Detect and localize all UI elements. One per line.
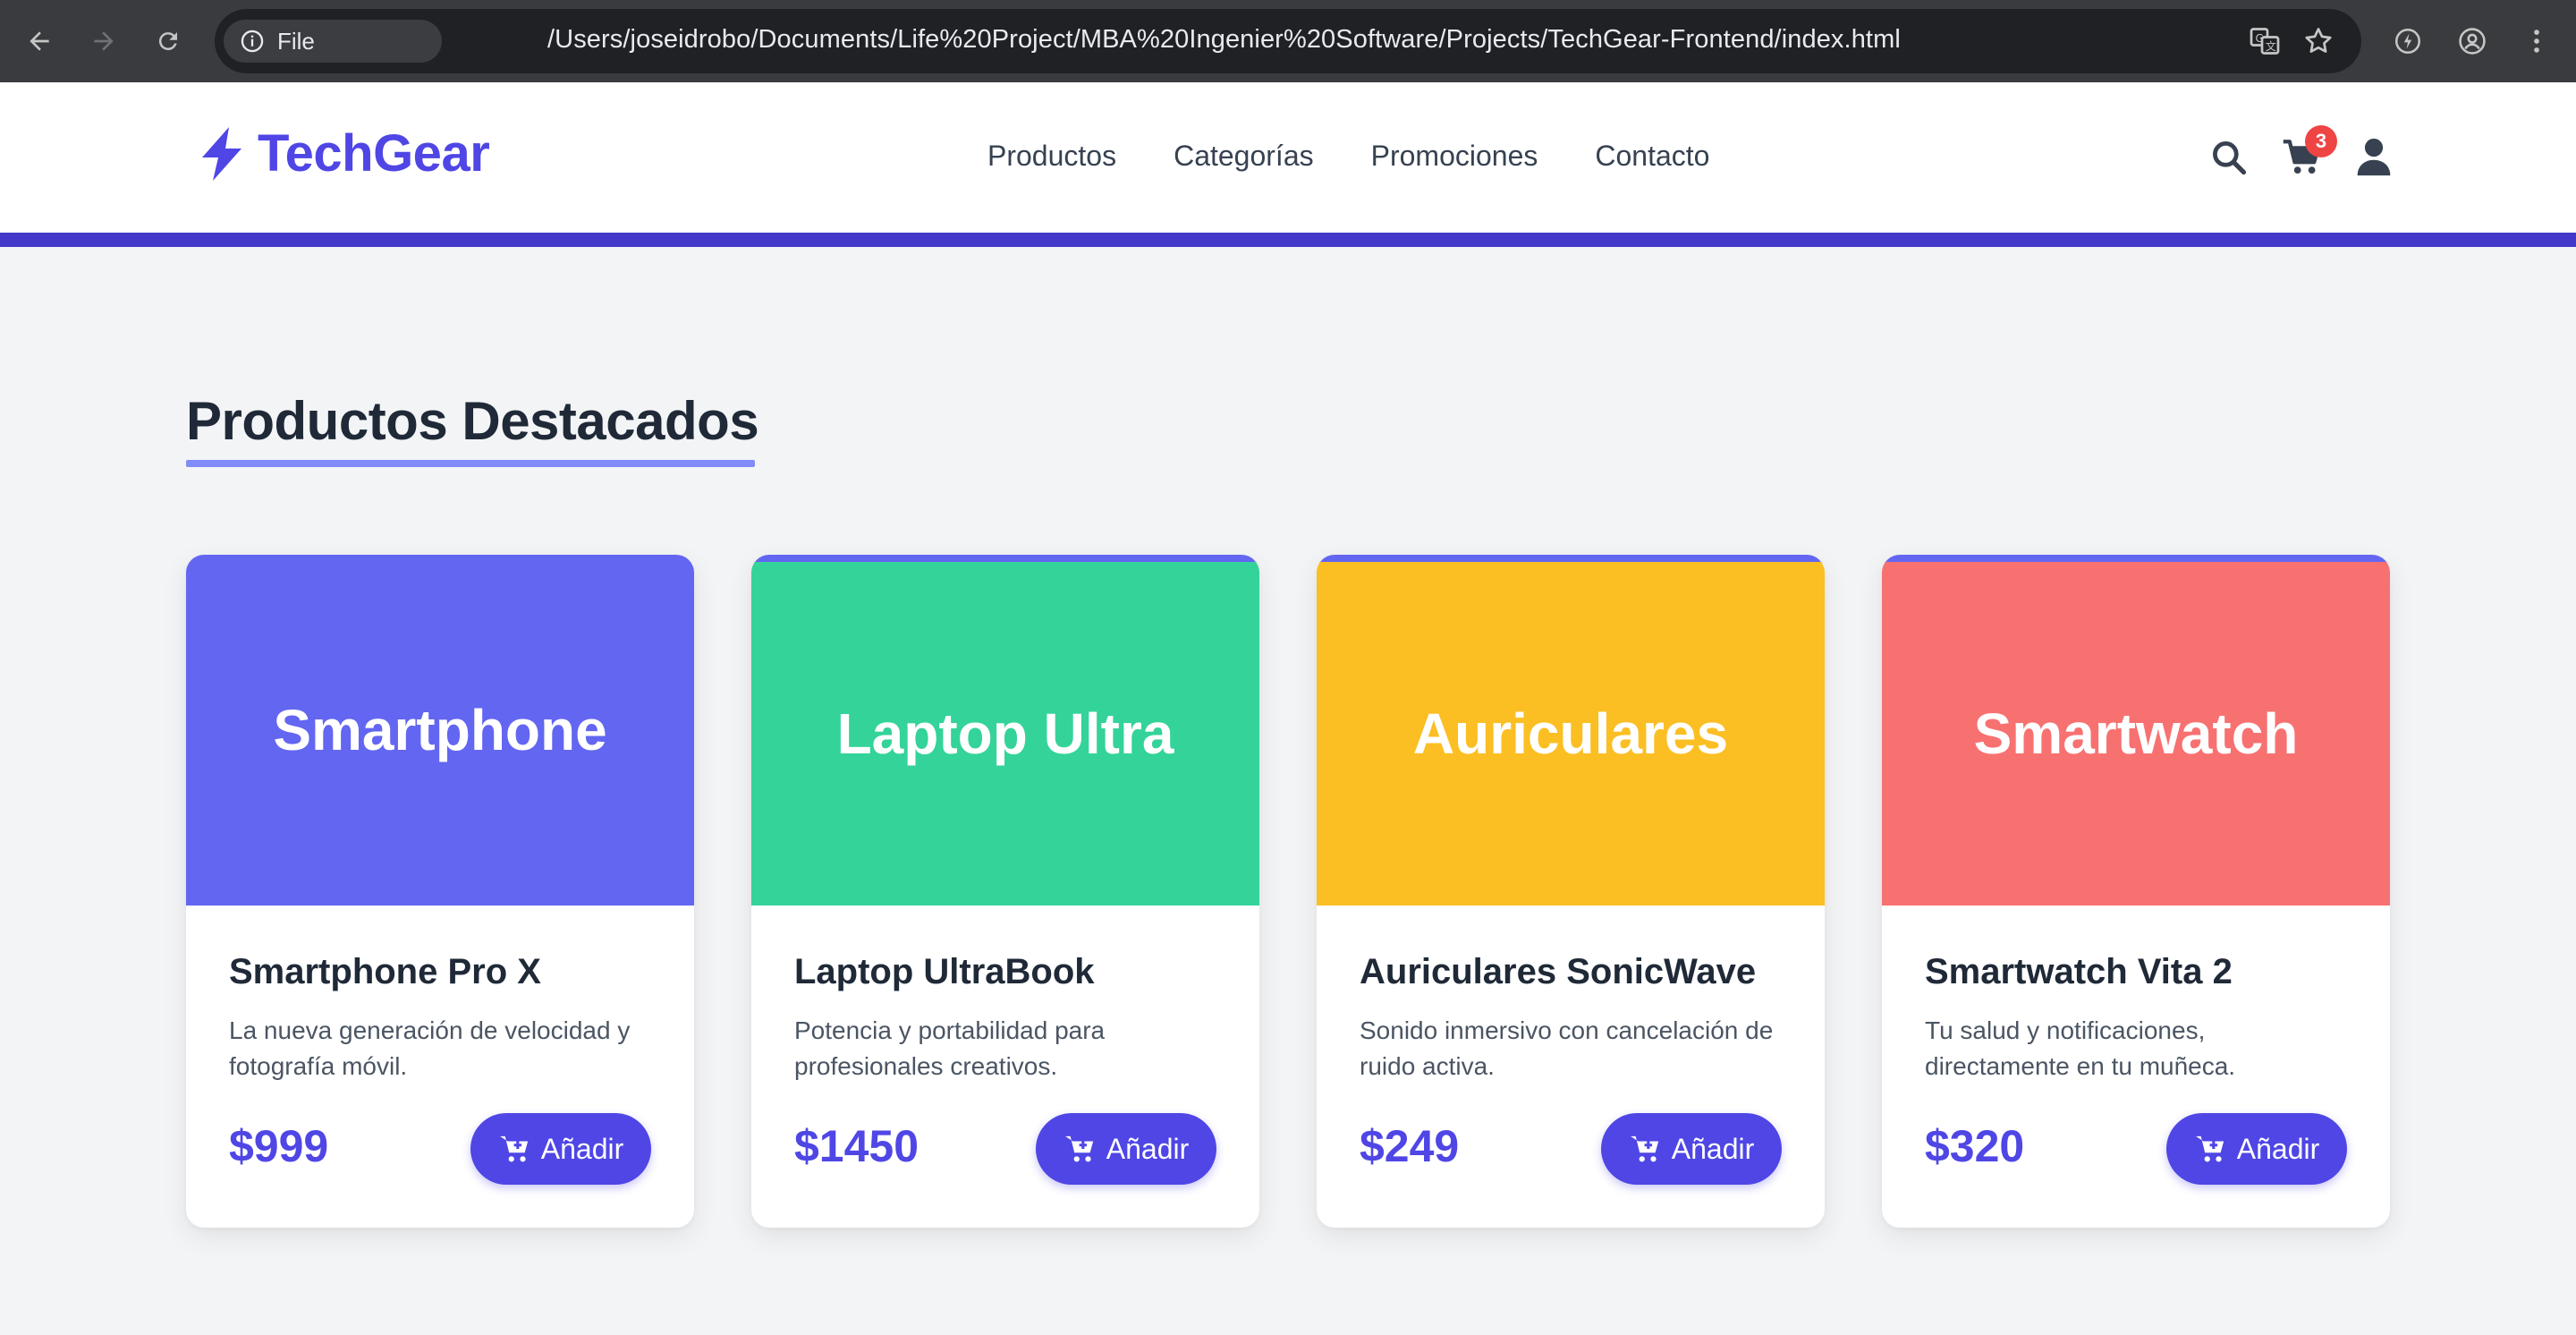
browser-toolbar: File /Users/joseidrobo/Documents/Life%20…: [0, 0, 2576, 82]
translate-icon[interactable]: G文: [2249, 25, 2281, 57]
product-description: Sonido inmersivo con cancelación de ruid…: [1360, 1016, 1774, 1080]
nav-item-promociones[interactable]: Promociones: [1371, 140, 1538, 173]
product-name: Laptop UltraBook: [794, 952, 1095, 991]
site-header: TechGear Productos Categorías Promocione…: [0, 82, 2576, 247]
product-description: Potencia y portabilidad para profesional…: [794, 1016, 1106, 1080]
kebab-menu-icon[interactable]: [2513, 18, 2560, 64]
add-button-label: Añadir: [1106, 1132, 1190, 1165]
address-bar[interactable]: File /Users/joseidrobo/Documents/Life%20…: [215, 9, 2361, 73]
add-to-cart-button[interactable]: Añadir: [1036, 1113, 1216, 1185]
file-label: File: [277, 27, 315, 55]
forward-icon[interactable]: [80, 18, 127, 64]
product-name: Auriculares SonicWave: [1360, 952, 1757, 991]
cart-plus-icon: [1064, 1135, 1093, 1162]
logo[interactable]: TechGear: [199, 123, 490, 183]
add-button-label: Añadir: [540, 1132, 624, 1165]
search-icon[interactable]: [2206, 134, 2252, 181]
product-price: $249: [1360, 1121, 1460, 1171]
product-card: Auriculares Auriculares SonicWave Sonido…: [1317, 555, 1825, 1228]
title-underline: [186, 460, 755, 467]
main-nav: Productos Categorías Promociones Contact…: [987, 140, 1709, 173]
url-text[interactable]: /Users/joseidrobo/Documents/Life%20Proje…: [547, 25, 1901, 55]
product-banner: Smartwatch: [1882, 562, 2390, 906]
add-to-cart-button[interactable]: Añadir: [2166, 1113, 2347, 1185]
site-info-chip[interactable]: File: [224, 20, 442, 63]
cart-plus-icon: [499, 1135, 528, 1162]
cart-count-badge: 3: [2305, 125, 2337, 157]
add-button-label: Añadir: [1671, 1132, 1755, 1165]
product-description: Tu salud y notificaciones, directamente …: [1925, 1016, 2236, 1080]
user-icon[interactable]: [2351, 134, 2397, 181]
product-name: Smartphone Pro X: [229, 952, 541, 991]
product-description: La nueva generación de velocidad y fotog…: [229, 1016, 631, 1080]
product-card: Smartphone Smartphone Pro X La nueva gen…: [186, 555, 694, 1228]
bolt-icon: [202, 126, 242, 181]
cart-plus-icon: [1630, 1135, 1658, 1162]
product-price: $999: [229, 1121, 329, 1171]
nav-item-productos[interactable]: Productos: [987, 140, 1116, 173]
bookmark-star-icon[interactable]: [2302, 25, 2334, 57]
info-icon: [241, 30, 264, 53]
add-button-label: Añadir: [2236, 1132, 2320, 1165]
product-price: $1450: [794, 1121, 919, 1171]
reload-icon[interactable]: [145, 18, 191, 64]
product-card: Laptop Ultra Laptop UltraBook Potencia y…: [751, 555, 1259, 1228]
product-banner: Smartphone: [186, 555, 694, 906]
add-to-cart-button[interactable]: Añadir: [470, 1113, 651, 1185]
product-price: $320: [1925, 1121, 2025, 1171]
logo-text: TechGear: [258, 124, 490, 183]
product-name: Smartwatch Vita 2: [1925, 952, 2233, 991]
cart-plus-icon: [2195, 1135, 2224, 1162]
profile-icon[interactable]: [2449, 18, 2496, 64]
add-to-cart-button[interactable]: Añadir: [1601, 1113, 1782, 1185]
svg-text:文: 文: [2266, 39, 2276, 53]
product-banner: Auriculares: [1317, 562, 1825, 906]
extension-icon[interactable]: [2385, 18, 2431, 64]
back-icon[interactable]: [16, 18, 63, 64]
nav-item-categorias[interactable]: Categorías: [1174, 140, 1314, 173]
nav-item-contacto[interactable]: Contacto: [1595, 140, 1709, 173]
product-banner: Laptop Ultra: [751, 562, 1259, 906]
product-card: Smartwatch Smartwatch Vita 2 Tu salud y …: [1882, 555, 2390, 1228]
section-title: Productos Destacados: [186, 391, 759, 451]
